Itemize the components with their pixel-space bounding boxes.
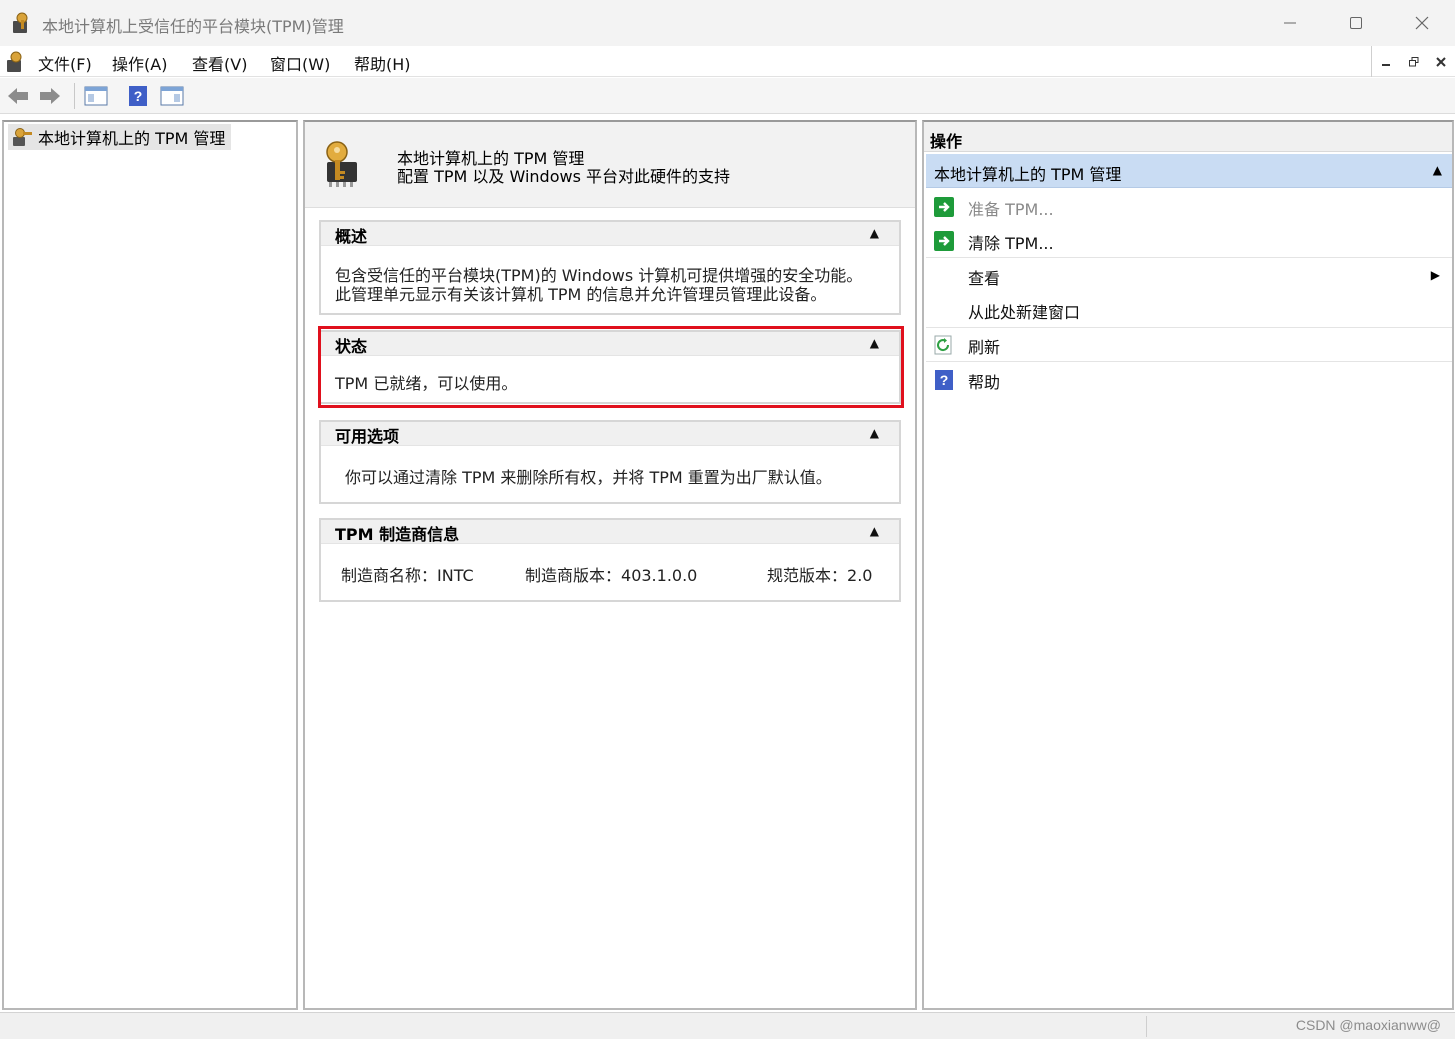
status-bar-divider bbox=[1146, 1016, 1147, 1037]
back-arrow-icon bbox=[8, 88, 28, 104]
spec-version-value: 2.0 bbox=[847, 566, 873, 585]
tree-item-label: 本地计算机上的 TPM 管理 bbox=[38, 129, 226, 148]
spec-version-label: 规范版本： bbox=[767, 566, 848, 585]
help-icon: ? bbox=[129, 86, 147, 106]
manufacturer-name-label: 制造商名称： bbox=[341, 566, 438, 585]
options-section: 可用选项 ▲ 你可以通过清除 TPM 来删除所有权，并将 TPM 重置为出厂默认… bbox=[319, 420, 901, 504]
overview-header[interactable]: 概述 ▲ bbox=[321, 222, 899, 246]
snapin-header: 本地计算机上的 TPM 管理 配置 TPM 以及 Windows 平台对此硬件的… bbox=[305, 122, 915, 208]
tree-item-tpm-management[interactable]: 本地计算机上的 TPM 管理 bbox=[8, 124, 232, 150]
snapin-subtitle: 配置 TPM 以及 Windows 平台对此硬件的支持 bbox=[397, 167, 730, 186]
toolbar-separator bbox=[74, 83, 75, 109]
show-hide-console-tree-button[interactable] bbox=[82, 82, 110, 110]
mdi-minimize-button[interactable] bbox=[1372, 46, 1400, 77]
options-header[interactable]: 可用选项 ▲ bbox=[321, 422, 899, 446]
svg-text:?: ? bbox=[940, 372, 949, 388]
actions-header-label: 操作 bbox=[930, 132, 963, 151]
maximize-button[interactable] bbox=[1323, 0, 1389, 46]
action-label: 清除 TPM... bbox=[968, 234, 1054, 253]
submenu-arrow-icon: ▶ bbox=[1430, 268, 1440, 282]
tpm-chip-key-icon bbox=[326, 141, 357, 187]
actions-group-label: 本地计算机上的 TPM 管理 bbox=[934, 165, 1122, 184]
maximize-icon bbox=[1350, 17, 1362, 29]
status-bar: CSDN @maoxianww@ bbox=[0, 1012, 1455, 1039]
action-label: 查看 bbox=[968, 269, 1001, 288]
manufacturer-name-value: INTC bbox=[437, 566, 474, 585]
watermark-text: CSDN @maoxianww@ bbox=[1295, 1017, 1441, 1033]
overview-text-line2: 此管理单元显示有关该计算机 TPM 的信息并允许管理员管理此设备。 bbox=[335, 285, 827, 304]
back-button[interactable] bbox=[4, 82, 32, 110]
collapse-arrow-icon[interactable]: ▲ bbox=[870, 226, 879, 240]
system-menu-icon[interactable] bbox=[4, 50, 28, 74]
title-bar: 本地计算机上受信任的平台模块(TPM)管理 bbox=[0, 0, 1455, 46]
actions-separator bbox=[926, 257, 1452, 258]
action-label: 准备 TPM... bbox=[968, 200, 1054, 219]
menu-bar: 文件(F) 操作(A) 查看(V) 窗口(W) 帮助(H) bbox=[0, 46, 1455, 77]
console-tree-pane: 本地计算机上的 TPM 管理 bbox=[2, 120, 298, 1010]
menu-file[interactable]: 文件(F) bbox=[38, 51, 92, 75]
action-label: 帮助 bbox=[968, 373, 1001, 392]
menu-help[interactable]: 帮助(H) bbox=[354, 51, 411, 75]
action-label: 从此处新建窗口 bbox=[968, 303, 1081, 322]
menu-window[interactable]: 窗口(W) bbox=[270, 51, 330, 75]
actions-header: 操作 bbox=[924, 122, 1452, 152]
console-tree-icon bbox=[84, 86, 108, 106]
collapse-arrow-icon[interactable]: ▲ bbox=[870, 524, 879, 538]
refresh-icon bbox=[934, 335, 952, 355]
menu-action[interactable]: 操作(A) bbox=[112, 51, 167, 75]
svg-text:?: ? bbox=[134, 88, 143, 104]
show-hide-action-pane-button[interactable] bbox=[158, 82, 186, 110]
green-arrow-icon bbox=[934, 197, 954, 217]
action-label: 刷新 bbox=[968, 338, 1001, 357]
action-new-window[interactable]: 从此处新建窗口 bbox=[926, 293, 1452, 327]
options-title: 可用选项 bbox=[335, 427, 400, 446]
mdi-controls bbox=[1371, 46, 1455, 77]
forward-arrow-icon bbox=[40, 88, 60, 104]
spec-version: 规范版本：2.0 bbox=[767, 562, 872, 586]
minimize-icon bbox=[1381, 63, 1390, 66]
tpm-key-icon bbox=[13, 128, 32, 146]
overview-section: 概述 ▲ 包含受信任的平台模块(TPM)的 Windows 计算机可提供增强的安… bbox=[319, 220, 901, 315]
green-arrow-icon bbox=[934, 231, 954, 251]
actions-pane: 操作 本地计算机上的 TPM 管理 ▲ 准备 TPM... 清除 TPM... … bbox=[922, 120, 1454, 1010]
menu-view[interactable]: 查看(V) bbox=[192, 51, 247, 75]
manufacturer-version-value: 403.1.0.0 bbox=[621, 566, 697, 585]
help-toolbar-button[interactable]: ? bbox=[124, 82, 152, 110]
action-pane-icon bbox=[160, 86, 184, 106]
mdi-close-button[interactable] bbox=[1427, 46, 1455, 77]
close-button[interactable] bbox=[1389, 0, 1455, 46]
minimize-button[interactable] bbox=[1257, 0, 1323, 46]
toolbar: ? bbox=[0, 78, 1455, 114]
collapse-arrow-icon[interactable]: ▲ bbox=[870, 426, 879, 440]
close-icon bbox=[1436, 56, 1446, 67]
manufacturer-version-label: 制造商版本： bbox=[525, 566, 622, 585]
actions-group-tpm-management[interactable]: 本地计算机上的 TPM 管理 ▲ bbox=[926, 154, 1452, 188]
overview-title: 概述 bbox=[335, 227, 368, 246]
options-text: 你可以通过清除 TPM 来删除所有权，并将 TPM 重置为出厂默认值。 bbox=[345, 468, 832, 487]
manufacturer-name: 制造商名称：INTC bbox=[341, 562, 474, 586]
action-help[interactable]: ? 帮助 bbox=[926, 363, 1452, 397]
mdi-restore-button[interactable] bbox=[1400, 46, 1428, 77]
results-pane: 本地计算机上的 TPM 管理 配置 TPM 以及 Windows 平台对此硬件的… bbox=[303, 120, 917, 1010]
action-clear-tpm[interactable]: 清除 TPM... bbox=[926, 224, 1452, 258]
action-prepare-tpm[interactable]: 准备 TPM... bbox=[926, 190, 1452, 224]
action-refresh[interactable]: 刷新 bbox=[926, 328, 1452, 362]
forward-button[interactable] bbox=[36, 82, 64, 110]
manufacturer-section: TPM 制造商信息 ▲ 制造商名称：INTC 制造商版本：403.1.0.0 规… bbox=[319, 518, 901, 602]
collapse-arrow-icon[interactable]: ▲ bbox=[1433, 163, 1442, 177]
close-icon bbox=[1415, 16, 1429, 30]
actions-separator bbox=[926, 361, 1452, 362]
manufacturer-version: 制造商版本：403.1.0.0 bbox=[525, 562, 697, 586]
action-view[interactable]: 查看 ▶ bbox=[926, 259, 1452, 293]
manufacturer-header[interactable]: TPM 制造商信息 ▲ bbox=[321, 520, 899, 544]
minimize-icon bbox=[1284, 22, 1296, 24]
manufacturer-title: TPM 制造商信息 bbox=[335, 525, 460, 544]
status-highlight-box bbox=[318, 326, 904, 408]
window-title: 本地计算机上受信任的平台模块(TPM)管理 bbox=[42, 17, 344, 36]
restore-icon bbox=[1408, 56, 1418, 66]
help-icon: ? bbox=[935, 370, 953, 390]
tpm-key-icon bbox=[13, 12, 28, 33]
